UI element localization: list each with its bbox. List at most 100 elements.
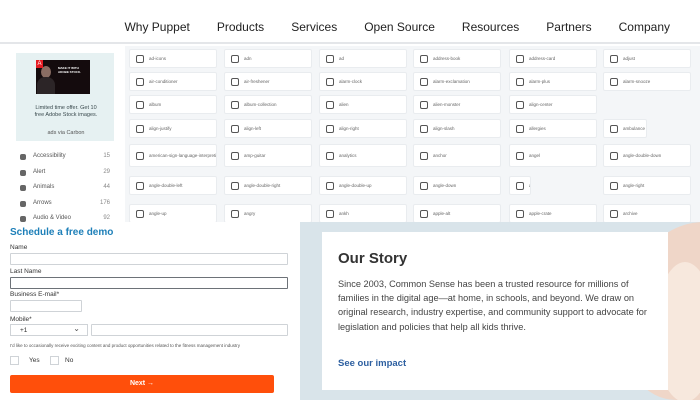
icon-tile[interactable]: align-left	[224, 119, 312, 138]
accessibility-icon	[20, 154, 26, 160]
icon-tile[interactable]: ad	[319, 49, 407, 68]
icon-tile[interactable]: alarm-plus	[509, 72, 597, 91]
alarm-exclamation-icon	[420, 78, 428, 86]
icon-tile[interactable]: allergies	[509, 119, 597, 138]
icon-tile[interactable]: alarm-snooze	[603, 72, 691, 91]
next-button[interactable]: Next →	[10, 375, 274, 393]
mobile-input[interactable]	[91, 324, 288, 336]
category-item-animals[interactable]: Animals 44	[20, 183, 112, 199]
icon-tile-label: address-card	[529, 56, 556, 61]
icon-tile[interactable]: anchor	[413, 144, 501, 167]
apple-crate-icon	[516, 210, 524, 218]
icon-tile[interactable]: address-book	[413, 49, 501, 68]
story-body: Since 2003, Common Sense has been a trus…	[338, 279, 647, 332]
nav-item-products[interactable]: Products	[217, 20, 264, 34]
ad-icon	[326, 55, 334, 63]
consent-no-label: No	[65, 357, 74, 364]
angle-up-icon	[136, 210, 144, 218]
icon-tile[interactable]: adn	[224, 49, 312, 68]
adobe-logo-icon: A	[36, 60, 43, 68]
carbon-ad[interactable]: MAKE IT WITH ADOBE STOCK. A Limited time…	[16, 51, 136, 141]
ad-image[interactable]: MAKE IT WITH ADOBE STOCK.	[36, 60, 90, 94]
icon-tile[interactable]: air-freshener	[224, 72, 312, 91]
icon-tile[interactable]: archive	[603, 204, 691, 222]
icon-tile[interactable]: angle-up	[129, 204, 217, 222]
nav-item-company[interactable]: Company	[619, 20, 670, 34]
nav-item-services[interactable]: Services	[291, 20, 337, 34]
adn-icon	[231, 55, 239, 63]
icon-tile[interactable]: ankh	[319, 204, 407, 222]
icon-tile[interactable]: apple-alt	[413, 204, 501, 222]
icon-tile-label: analytics	[339, 153, 357, 158]
icon-tile[interactable]: angle-double-up	[319, 176, 407, 195]
icon-tile[interactable]: album-collection	[224, 95, 312, 114]
name-input[interactable]	[10, 253, 288, 265]
icon-tile[interactable]: align-right	[319, 119, 407, 138]
top-navigation: Why Puppet Products Services Open Source…	[0, 0, 700, 44]
nav-item-partners[interactable]: Partners	[546, 20, 591, 34]
icon-tile-label: angle-down	[433, 183, 457, 188]
icon-tile[interactable]: alien-monster	[413, 95, 501, 114]
last-name-input[interactable]	[10, 277, 288, 289]
animals-icon	[20, 185, 26, 192]
consent-yes-radio[interactable]	[10, 356, 19, 365]
category-item-accessibility[interactable]: Accessibility 15	[20, 152, 112, 168]
icon-tile[interactable]: angel	[509, 144, 597, 167]
ad-text[interactable]: Limited time offer. Get 10 free Adobe St…	[34, 105, 98, 119]
icon-tile-label: angry	[244, 211, 256, 216]
last-name-label: Last Name	[10, 268, 42, 275]
nav-item-why-puppet[interactable]: Why Puppet	[124, 20, 189, 34]
icon-tile-label: apple-crate	[529, 211, 552, 216]
icon-tile-label: align-slash	[433, 126, 455, 131]
align-right-icon	[326, 125, 334, 133]
icon-tile-label: angle-left	[529, 183, 530, 188]
icon-tile-label: alarm-exclamation	[433, 79, 470, 84]
icon-tile[interactable]: angle-double-right	[224, 176, 312, 195]
icon-tile[interactable]: address-card	[509, 49, 597, 68]
nav-item-open-source[interactable]: Open Source	[364, 20, 435, 34]
icon-tile[interactable]: alarm-clock	[319, 72, 407, 91]
icon-tile[interactable]: analytics	[319, 144, 407, 167]
email-input[interactable]	[10, 300, 82, 312]
see-impact-link[interactable]: See our impact	[338, 358, 406, 369]
anchor-icon	[420, 152, 428, 160]
icon-tile-label: adjust	[623, 56, 636, 61]
country-code-select[interactable]: +1 ⌄	[10, 324, 88, 336]
category-item-alert[interactable]: Alert 29	[20, 168, 112, 184]
icon-tile-label: angel	[529, 153, 541, 158]
icon-tile-label: apple-alt	[433, 211, 451, 216]
icon-tile[interactable]: amp-guitar	[224, 144, 312, 167]
icon-tile-label: alarm-snooze	[623, 79, 651, 84]
consent-no-radio[interactable]	[50, 356, 59, 365]
icon-tile[interactable]: angle-double-down	[603, 144, 691, 167]
icon-tile[interactable]: angle-right	[603, 176, 691, 195]
icon-tile[interactable]: angle-down	[413, 176, 501, 195]
icon-library-sidebar: MAKE IT WITH ADOBE STOCK. A Limited time…	[0, 46, 136, 223]
icon-tile[interactable]: angry	[224, 204, 312, 222]
icon-tile-label: air-freshener	[244, 79, 270, 84]
icon-tile[interactable]: align-center	[509, 95, 597, 114]
email-label: Business E-mail*	[10, 291, 60, 298]
icon-tile[interactable]: american-sign-language-interpreting	[129, 144, 217, 167]
alien-icon	[326, 101, 334, 109]
allergies-icon	[516, 125, 524, 133]
nav-item-resources[interactable]: Resources	[462, 20, 519, 34]
icon-tile[interactable]: align-justify	[129, 119, 217, 138]
icon-tile[interactable]: alarm-exclamation	[413, 72, 501, 91]
icon-tile[interactable]: align-slash	[413, 119, 501, 138]
icon-tile[interactable]: alien	[319, 95, 407, 114]
icon-tile-label: ad-icons	[149, 56, 167, 61]
icon-tile[interactable]: ambulance	[603, 119, 647, 138]
icon-tile[interactable]: air-conditioner	[129, 72, 217, 91]
category-item-arrows[interactable]: Arrows 176	[20, 199, 112, 215]
icon-tile[interactable]: angle-double-left	[129, 176, 217, 195]
icon-tile[interactable]: angle-left	[509, 176, 531, 195]
album-icon	[136, 101, 144, 109]
icon-tile[interactable]: apple-crate	[509, 204, 597, 222]
ad-credit[interactable]: ads via Carbon	[34, 130, 98, 136]
album-collection-icon	[231, 101, 239, 109]
icon-tile[interactable]: ad-icons	[129, 49, 217, 68]
icon-tile[interactable]: adjust	[603, 49, 691, 68]
icon-tile[interactable]: album	[129, 95, 217, 114]
align-justify-icon	[136, 125, 144, 133]
